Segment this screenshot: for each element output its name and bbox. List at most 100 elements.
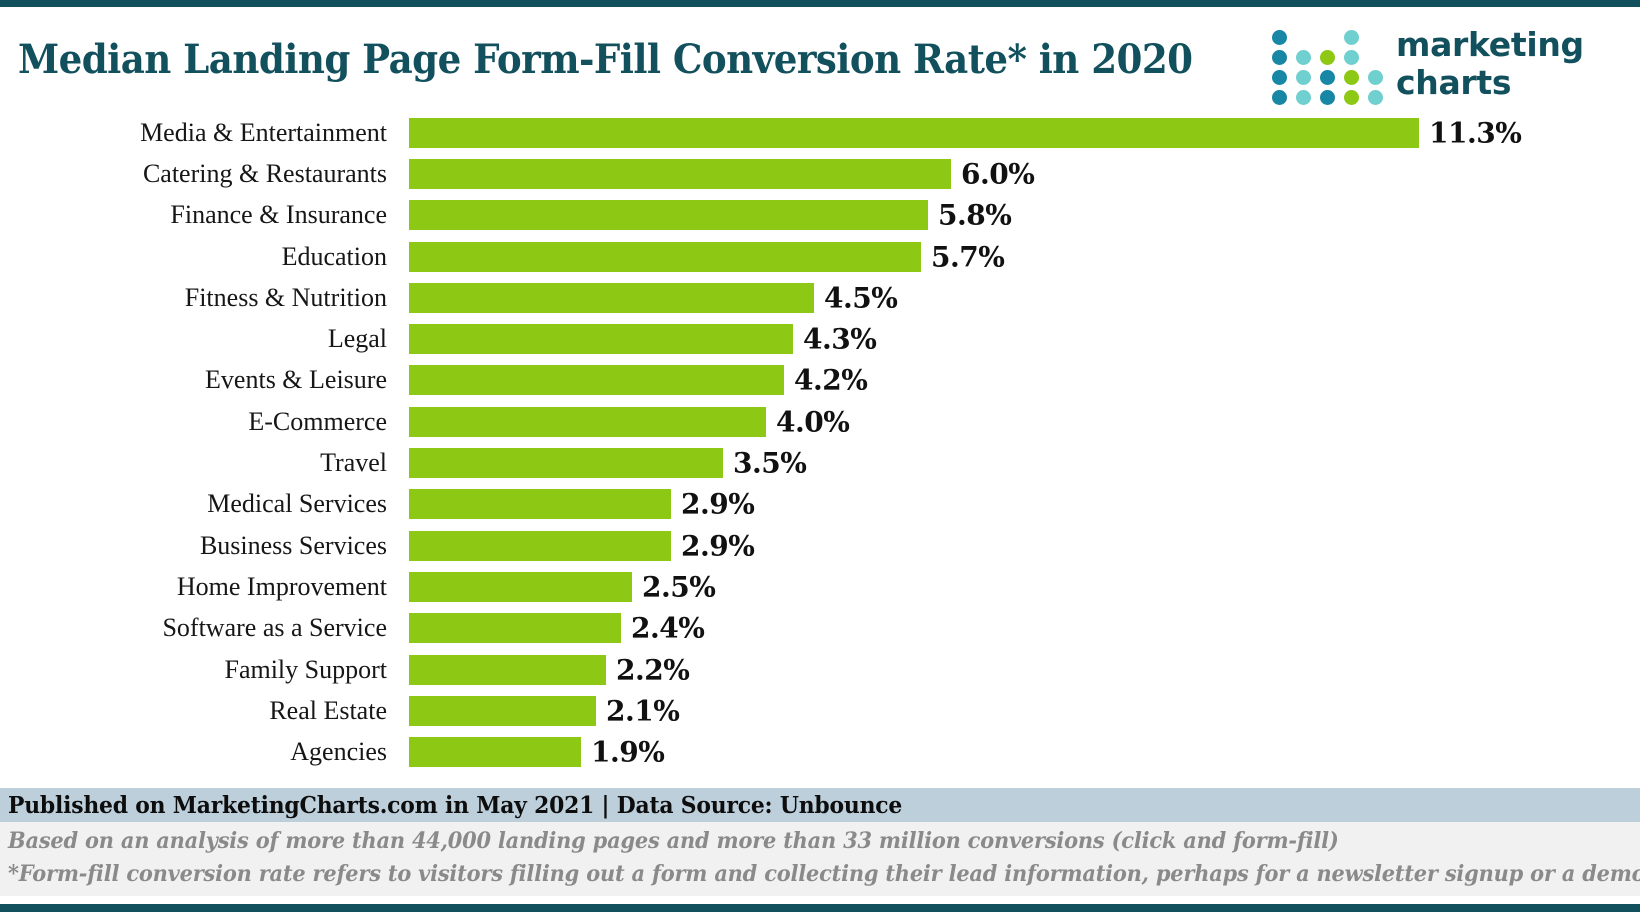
category-label: Software as a Service (162, 613, 387, 643)
bar-track: 6.0% (409, 157, 1629, 191)
bar (409, 200, 928, 231)
chart-row: Travel 3.5% (0, 442, 1640, 483)
bar (409, 654, 606, 685)
note-line-1: Based on an analysis of more than 44,000… (8, 828, 1339, 854)
logo-dot (1344, 30, 1359, 45)
logo-dot (1344, 50, 1359, 65)
bar-value-label: 4.3% (803, 322, 877, 356)
chart-row: Media & Entertainment 11.3% (0, 112, 1640, 153)
logo-dot-matrix-icon (1272, 28, 1390, 108)
page-title: Median Landing Page Form-Fill Conversion… (18, 36, 1193, 83)
bar-track: 2.1% (409, 694, 1629, 727)
bar-value-label: 11.3% (1429, 116, 1522, 150)
bar (409, 406, 766, 437)
bar (409, 613, 621, 644)
chart-page: Median Landing Page Form-Fill Conversion… (0, 0, 1640, 912)
published-band: Published on MarketingCharts.com in May … (0, 788, 1640, 822)
category-label: Fitness & Nutrition (184, 282, 387, 312)
chart-row: Events & Leisure 4.2% (0, 360, 1640, 401)
logo-line-2: charts (1396, 63, 1512, 102)
bar-track: 11.3% (409, 116, 1629, 150)
logo-wordmark: marketing charts (1396, 26, 1584, 102)
category-label: Agencies (290, 737, 387, 767)
chart-row: Finance & Insurance 5.8% (0, 195, 1640, 236)
category-label: Home Improvement (176, 571, 387, 601)
bar-track: 2.4% (409, 612, 1629, 645)
bar-value-label: 4.0% (776, 405, 850, 439)
marketingcharts-logo: marketing charts (1272, 26, 1628, 108)
logo-dot (1320, 50, 1335, 65)
bar (409, 282, 814, 313)
bar-value-label: 3.5% (733, 446, 807, 480)
bar (409, 241, 921, 272)
chart-header: Median Landing Page Form-Fill Conversion… (0, 14, 1640, 112)
chart-row: Software as a Service 2.4% (0, 608, 1640, 649)
logo-dot (1296, 50, 1311, 65)
category-label: Legal (327, 324, 387, 354)
bar-value-label: 1.9% (591, 735, 665, 769)
category-label: Catering & Restaurants (142, 158, 387, 188)
bar-value-label: 5.8% (938, 198, 1012, 232)
logo-dot (1320, 70, 1335, 85)
category-label: Family Support (224, 654, 387, 684)
bar-track: 2.9% (409, 487, 1629, 521)
logo-dot (1368, 70, 1383, 85)
logo-dot (1296, 70, 1311, 85)
chart-row: Home Improvement 2.5% (0, 566, 1640, 607)
bar-value-label: 4.5% (824, 281, 898, 315)
category-label: Education (281, 241, 387, 271)
bar-chart: Media & Entertainment 11.3% Catering & Res… (0, 112, 1640, 772)
chart-row: Fitness & Nutrition 4.5% (0, 277, 1640, 318)
bar-value-label: 4.2% (794, 363, 868, 397)
published-text: Published on MarketingCharts.com in May … (8, 791, 903, 819)
category-label: Real Estate (269, 695, 387, 725)
chart-row: Medical Services 2.9% (0, 484, 1640, 525)
bar-track: 2.2% (409, 653, 1629, 686)
logo-dot (1320, 90, 1335, 105)
logo-dot (1272, 90, 1287, 105)
bar (409, 158, 951, 189)
chart-row: Catering & Restaurants 6.0% (0, 153, 1640, 194)
bar (409, 324, 793, 355)
logo-dot (1296, 90, 1311, 105)
logo-dot (1344, 70, 1359, 85)
category-label: Travel (320, 448, 387, 478)
bar-track: 4.0% (409, 405, 1629, 439)
bar (409, 737, 581, 768)
notes-band: Based on an analysis of more than 44,000… (0, 822, 1640, 896)
logo-dot (1272, 30, 1287, 45)
chart-row: E-Commerce 4.0% (0, 401, 1640, 442)
bar-value-label: 6.0% (961, 157, 1035, 191)
bar-value-label: 2.9% (681, 529, 755, 563)
bar-track: 4.3% (409, 322, 1629, 356)
chart-row: Legal 4.3% (0, 318, 1640, 359)
bar-track: 4.5% (409, 281, 1629, 315)
bar (409, 117, 1419, 148)
bar (409, 571, 632, 602)
category-label: Finance & Insurance (170, 200, 387, 230)
bar-track: 5.7% (409, 240, 1629, 274)
bar-track: 1.9% (409, 735, 1629, 769)
chart-row: Business Services 2.9% (0, 525, 1640, 566)
category-label: Events & Leisure (205, 365, 387, 395)
note-line-2: *Form-fill conversion rate refers to vis… (8, 861, 1640, 887)
chart-row: Real Estate 2.1% (0, 690, 1640, 731)
chart-footer: Published on MarketingCharts.com in May … (0, 788, 1640, 896)
bar-track: 5.8% (409, 198, 1629, 232)
category-label: E-Commerce (248, 406, 387, 436)
bar-track: 4.2% (409, 363, 1629, 397)
logo-dot (1272, 70, 1287, 85)
bar-value-label: 2.9% (681, 487, 755, 521)
chart-row: Education 5.7% (0, 236, 1640, 277)
bar (409, 530, 671, 561)
category-label: Media & Entertainment (140, 117, 387, 147)
bar-value-label: 5.7% (931, 240, 1005, 274)
bar (409, 489, 671, 520)
bar (409, 695, 596, 726)
bar (409, 365, 784, 396)
logo-dot (1368, 90, 1383, 105)
bar-track: 3.5% (409, 446, 1629, 480)
bar-track: 2.9% (409, 529, 1629, 563)
logo-line-1: marketing (1396, 25, 1584, 64)
chart-row: Family Support 2.2% (0, 649, 1640, 690)
